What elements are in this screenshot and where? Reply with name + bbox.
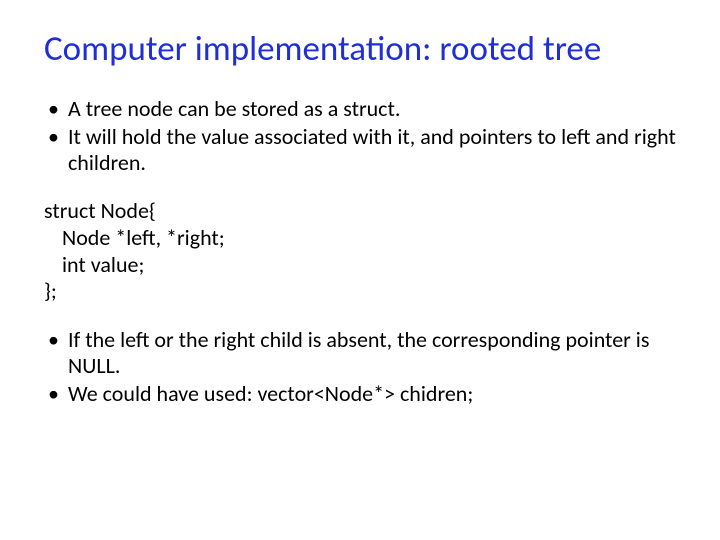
code-block: struct Node{ Node *left, *right; int val…: [44, 198, 676, 305]
code-line: };: [44, 278, 676, 305]
code-line: int value;: [44, 252, 676, 279]
bullet-list-bottom: If the left or the right child is absent…: [44, 327, 676, 407]
bullet-item: It will hold the value associated with i…: [44, 124, 676, 176]
code-line: Node *left, *right;: [44, 225, 676, 252]
code-line: struct Node{: [44, 198, 676, 225]
slide-title: Computer implementation: rooted tree: [44, 28, 676, 70]
bullet-item: A tree node can be stored as a struct.: [44, 96, 676, 122]
bullet-item: We could have used: vector<Node*> chidre…: [44, 381, 676, 407]
bullet-item: If the left or the right child is absent…: [44, 327, 676, 379]
bullet-list-top: A tree node can be stored as a struct. I…: [44, 96, 676, 176]
slide: Computer implementation: rooted tree A t…: [0, 0, 720, 540]
